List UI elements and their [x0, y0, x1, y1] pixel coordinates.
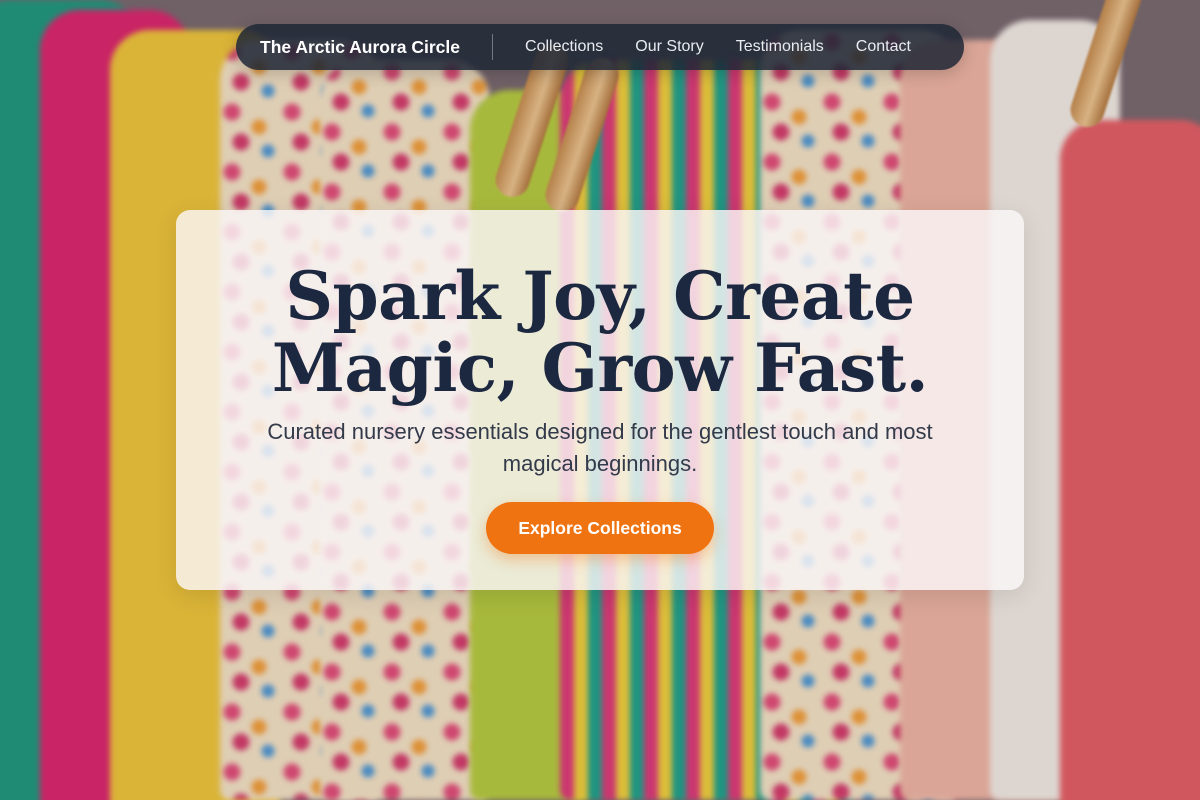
- hero-headline-line-1: Spark Joy, Create: [285, 257, 915, 335]
- nav-links: Collections Our Story Testimonials Conta…: [525, 38, 911, 56]
- nav-divider: [492, 34, 494, 60]
- hero-card: Spark Joy, Create Magic, Grow Fast. Cura…: [176, 210, 1024, 590]
- hero-headline: Spark Joy, Create Magic, Grow Fast.: [176, 260, 1024, 404]
- hero-subtitle: Curated nursery essentials designed for …: [267, 419, 933, 476]
- brand-logo-text[interactable]: The Arctic Aurora Circle: [260, 37, 460, 58]
- nav-link-contact[interactable]: Contact: [856, 38, 911, 56]
- top-navigation-bar: The Arctic Aurora Circle Collections Our…: [236, 24, 964, 70]
- hero-headline-line-2: Magic, Grow Fast.: [271, 329, 929, 407]
- nav-link-our-story[interactable]: Our Story: [635, 38, 703, 56]
- explore-collections-button[interactable]: Explore Collections: [486, 502, 714, 554]
- nav-link-collections[interactable]: Collections: [525, 38, 603, 56]
- nav-link-testimonials[interactable]: Testimonials: [736, 38, 824, 56]
